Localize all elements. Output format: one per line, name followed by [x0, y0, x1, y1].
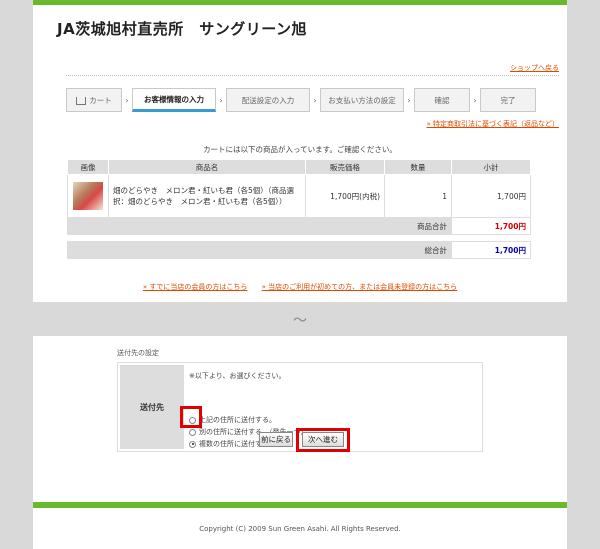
commerce-law-link[interactable]: » 特定商取引法に基づく表記（返品など）: [426, 119, 559, 129]
shipping-head: 送付先: [120, 365, 184, 449]
cart-header-row: 画像 商品名 販売価格 数量 小計: [67, 159, 531, 175]
cart-table: 画像 商品名 販売価格 数量 小計 畑のどらやき メロン君・紅いも君（各5個）（…: [67, 159, 531, 259]
divider-line: [66, 75, 559, 76]
cart-icon: [76, 97, 87, 105]
header-price: 販売価格: [305, 159, 385, 175]
product-image: [73, 182, 103, 210]
shop-back-link[interactable]: ショップへ戻る: [510, 63, 559, 73]
checkout-steps: カート › お客様情報の入力 › 配送設定の入力 › お支払い方法の設定 › 確…: [66, 87, 536, 113]
product-name: 畑のどらやき メロン君・紅いも君（各5個）（商品選択：畑のどらやき メロン君・紅…: [108, 174, 306, 218]
header-product-name: 商品名: [108, 159, 306, 175]
grand-total-value: 1,700円: [451, 241, 531, 259]
radio-other-address[interactable]: [189, 428, 196, 436]
header-qty: 数量: [384, 159, 452, 175]
product-image-cell: [67, 174, 109, 218]
radio-highlight-frame: [180, 406, 202, 428]
chevron-right-icon: ›: [219, 95, 223, 105]
step-delivery: 配送設定の入力: [226, 88, 310, 112]
product-total-row: 商品合計 1,700円: [67, 217, 531, 235]
cart-panel: JA茨城旭村直売所 サングリーン旭 ショップへ戻る カート › お客様情報の入力…: [33, 0, 567, 302]
nonmember-link[interactable]: » 当店のご利用が初めての方、または会員未登録の方はこちら: [262, 283, 458, 291]
copyright: Copyright (C) 2009 Sun Green Asahi. All …: [199, 525, 401, 533]
spacer-row: [68, 235, 531, 242]
grand-total-row: 総合計 1,700円: [67, 241, 531, 259]
product-total-value: 1,700円: [451, 217, 531, 235]
site-title: JA茨城旭村直売所 サングリーン旭: [57, 20, 307, 38]
footer-bar: [33, 502, 567, 508]
product-subtotal: 1,700円: [451, 174, 531, 218]
step-cart: カート: [66, 88, 122, 112]
option-same-address[interactable]: 上記の住所に送付する。: [189, 415, 276, 425]
next-button[interactable]: 次へ進む: [302, 432, 344, 447]
chevron-right-icon: ›: [125, 95, 129, 105]
back-button[interactable]: 前に戻る: [259, 432, 293, 447]
radio-multiple-address[interactable]: [189, 440, 196, 448]
shipping-section-label: 送付先の設定: [117, 349, 159, 357]
step-payment: お支払い方法の設定: [320, 88, 404, 112]
table-row: 畑のどらやき メロン君・紅いも君（各5個）（商品選択：畑のどらやき メロン君・紅…: [67, 174, 531, 218]
product-price: 1,700円(内税): [305, 174, 385, 218]
chevron-right-icon: ›: [473, 95, 477, 105]
grand-total-label: 総合計: [67, 241, 452, 259]
product-qty: 1: [384, 174, 452, 218]
member-links: » すでに当店の会員の方はこちら » 当店のご利用が初めての方、または会員未登録…: [33, 282, 567, 292]
member-login-link[interactable]: » すでに当店の会員の方はこちら: [143, 283, 248, 291]
step-customer-info: お客様情報の入力: [132, 88, 216, 112]
wave-divider: 〜: [293, 313, 307, 329]
header-image: 画像: [67, 159, 109, 175]
shipping-panel: 送付先の設定 送付先 ※以下より、お選びください。 上記の住所に送付する。 別の…: [33, 336, 567, 549]
chevron-right-icon: ›: [313, 95, 317, 105]
product-total-label: 商品合計: [67, 217, 452, 235]
step-complete: 完了: [480, 88, 536, 112]
header-subtotal: 小計: [451, 159, 531, 175]
step-confirm: 確認: [414, 88, 470, 112]
cart-intro-text: カートには以下の商品が入っています。ご確認ください。: [203, 145, 397, 154]
chevron-right-icon: ›: [407, 95, 411, 105]
shipping-note: ※以下より、お選びください。: [189, 372, 286, 380]
